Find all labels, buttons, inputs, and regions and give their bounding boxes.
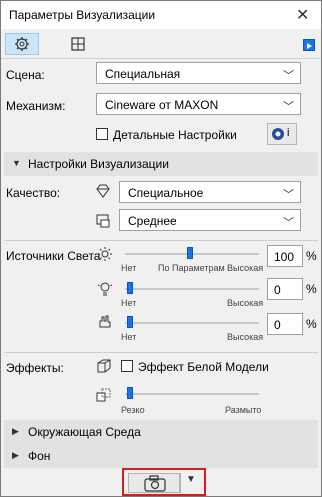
effects-label: Эффекты: <box>6 361 64 375</box>
environment-value-field[interactable]: 0 <box>267 313 303 335</box>
environment-min-label: Нет <box>121 332 137 342</box>
sun-value-field[interactable]: 100 <box>267 245 303 267</box>
sun-unit: % <box>306 249 317 263</box>
render-settings-header-label: Настройки Визуализации <box>28 157 169 171</box>
monitor-icon <box>96 214 110 228</box>
light-sources-label: Источники Света <box>6 249 101 263</box>
divider <box>4 352 318 353</box>
divider <box>180 473 181 493</box>
tab-strip <box>1 29 321 59</box>
sun-slider-thumb[interactable] <box>187 247 193 259</box>
lamp-slider-track[interactable] <box>125 288 259 290</box>
blue-triangle-icon[interactable] <box>303 39 315 51</box>
environment-section-header[interactable]: ▶ Окружающая Среда <box>4 420 318 444</box>
expand-triangle-icon: ▶ <box>12 450 19 460</box>
lamp-value: 0 <box>274 283 281 297</box>
window-title: Параметры Визуализации <box>9 8 156 22</box>
detail-settings-label: Детальные Настройки <box>113 128 237 142</box>
render-settings-header[interactable]: ▼ Настройки Визуализации <box>4 152 318 176</box>
scene-value: Специальная <box>105 67 181 81</box>
chevron-down-icon: ﹀ <box>283 217 294 229</box>
lamp-unit: % <box>306 282 317 296</box>
cube-icon <box>97 359 111 373</box>
scene-label: Сцена: <box>6 68 45 82</box>
scene-select[interactable]: Специальная ﹀ <box>96 62 301 84</box>
white-model-checkbox[interactable] <box>121 360 133 372</box>
environment-unit: % <box>306 317 317 331</box>
blur-icon <box>96 388 111 402</box>
blur-max-label: Размыто <box>225 405 262 415</box>
sun-icon <box>98 247 112 261</box>
sun-value: 100 <box>274 250 295 264</box>
detail-settings-checkbox[interactable] <box>96 128 108 140</box>
lamp-max-label: Высокая <box>227 298 264 308</box>
chevron-down-icon: ﹀ <box>283 189 294 201</box>
environment-slider-track[interactable] <box>125 322 259 324</box>
environment-max-label: Высокая <box>227 332 264 342</box>
environment-section-label: Окружающая Среда <box>28 425 141 439</box>
quality-value: Специальное <box>128 186 204 200</box>
lamp-min-label: Нет <box>121 298 137 308</box>
tab-settings[interactable] <box>5 33 39 55</box>
white-model-label: Эффект Белой Модели <box>138 360 269 374</box>
engine-select[interactable]: Cineware от MAXON ﹀ <box>96 93 301 115</box>
sun-min-label: Нет <box>121 263 137 273</box>
engine-label: Механизм: <box>6 99 66 113</box>
background-section-label: Фон <box>28 449 51 463</box>
camera-icon <box>144 475 166 492</box>
diamond-icon <box>96 184 110 198</box>
lamp-value-field[interactable]: 0 <box>267 278 303 300</box>
background-section-header[interactable]: ▶ Фон <box>4 444 318 468</box>
close-icon[interactable]: ✕ <box>296 5 309 25</box>
lamp-slider-thumb[interactable] <box>127 282 133 294</box>
render-button[interactable] <box>128 473 180 493</box>
blur-min-label: Резко <box>121 405 145 415</box>
quality-level-select[interactable]: Среднее ﹀ <box>119 209 301 231</box>
quality-select[interactable]: Специальное ﹀ <box>119 181 301 203</box>
visualization-settings-panel: Параметры Визуализации ✕ Сцена: Специаль… <box>0 0 322 497</box>
render-button-group: ▼ <box>122 468 206 496</box>
sun-max-label: Высокая <box>227 263 264 273</box>
blur-slider-thumb[interactable] <box>127 387 133 399</box>
chevron-down-icon: ﹀ <box>283 101 294 113</box>
environment-value: 0 <box>274 318 281 332</box>
divider <box>4 240 318 241</box>
chevron-down-icon: ﹀ <box>283 70 294 82</box>
quality-level-value: Среднее <box>128 214 177 228</box>
expand-triangle-icon: ▶ <box>12 426 19 436</box>
gear-icon <box>15 37 29 51</box>
collapse-triangle-icon: ▼ <box>12 158 21 168</box>
sun-mid-label: По Параметрам <box>158 263 225 273</box>
blur-slider-track[interactable] <box>125 393 259 395</box>
info-badge: i <box>287 127 290 139</box>
tab-grid[interactable] <box>63 33 93 55</box>
engine-value: Cineware от MAXON <box>105 98 219 112</box>
environment-slider-thumb[interactable] <box>127 316 133 328</box>
lamp-icon <box>97 282 113 296</box>
cineware-info-button[interactable]: i <box>267 123 297 145</box>
hand-icon <box>99 315 111 328</box>
quality-label: Качество: <box>6 186 61 200</box>
window-titlebar: Параметры Визуализации ✕ <box>1 1 321 29</box>
grid-icon <box>71 37 85 51</box>
cineware-logo-icon <box>272 128 284 140</box>
dropdown-arrow-icon[interactable]: ▼ <box>186 474 196 485</box>
